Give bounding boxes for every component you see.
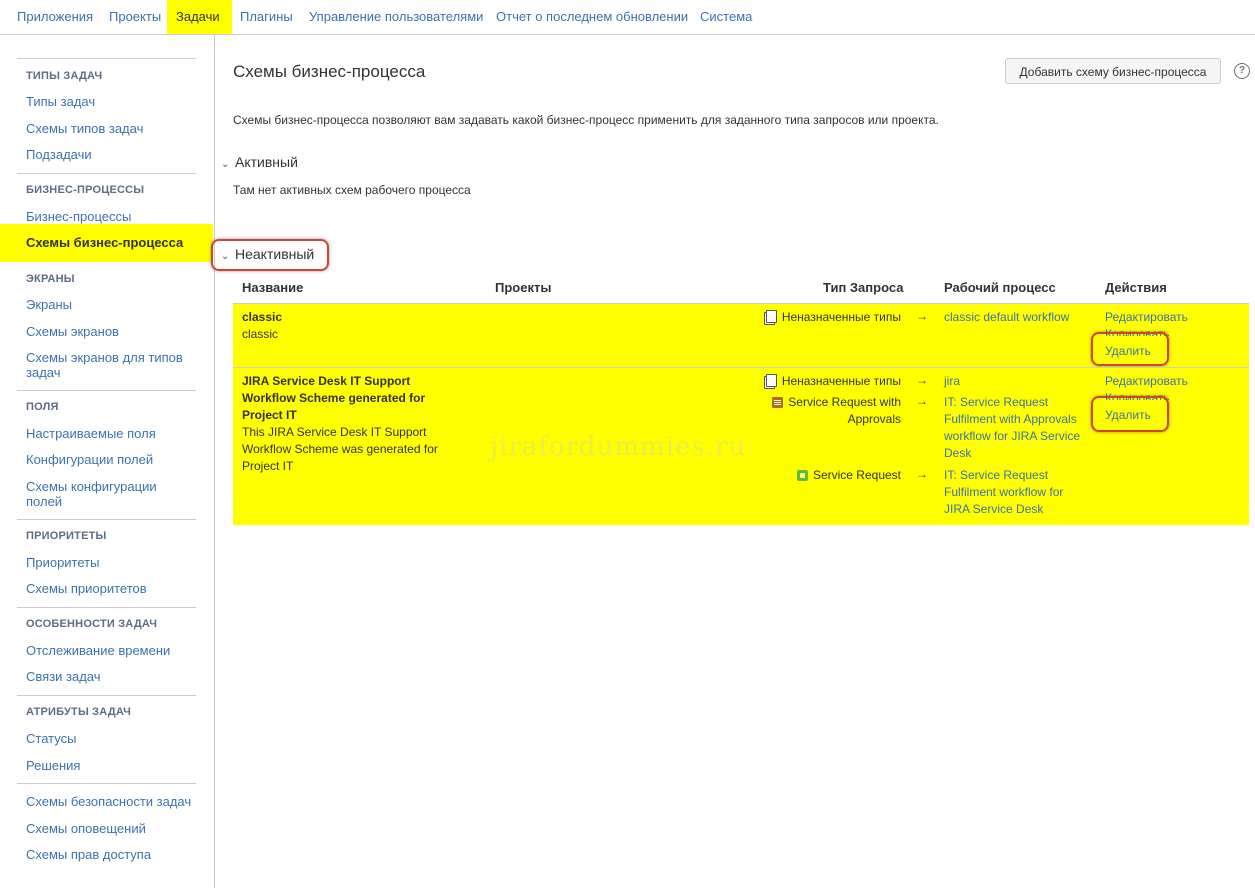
active-empty-message: Там нет активных схем рабочего процесса (233, 183, 471, 197)
sidebar-divider (17, 173, 196, 174)
tab-plugins[interactable]: Плагины (231, 0, 302, 34)
admin-sidebar: ТИПЫ ЗАДАЧ Типы задач Схемы типов задач … (0, 35, 215, 888)
active-section-toggle[interactable]: ⌄ Активный (221, 154, 298, 170)
unassigned-types-icon (765, 374, 777, 387)
tab-projects[interactable]: Проекты (100, 0, 170, 34)
workflow-link[interactable]: classic default workflow (944, 309, 1069, 326)
issue-type-mapping: Неназначенные типы (733, 309, 901, 326)
watermark-text: jirafordummies.ru (490, 432, 747, 462)
issue-type-mapping: Неназначенные типы (733, 373, 901, 390)
issue-type-label: Service Request with Approvals (788, 395, 901, 426)
arrow-icon: → (916, 394, 928, 408)
sidebar-divider (17, 519, 196, 520)
service-request-icon (796, 470, 808, 481)
scheme-name: JIRA Service Desk IT Support Workflow Sc… (242, 374, 426, 422)
tab-system[interactable]: Система (691, 0, 761, 34)
scheme-description: This JIRA Service Desk IT Support Workfl… (242, 425, 438, 473)
sidebar-item-screen-schemes[interactable]: Схемы экранов (26, 324, 196, 339)
sidebar-item-workflows[interactable]: Бизнес-процессы (26, 209, 196, 224)
sidebar-item-subtasks[interactable]: Подзадачи (26, 147, 196, 162)
arrow-icon: → (916, 467, 928, 481)
sidebar-divider (17, 607, 196, 608)
highlight-outline-delete (1091, 396, 1169, 432)
sidebar-header-issue-features: ОСОБЕННОСТИ ЗАДАЧ (26, 618, 158, 630)
column-header-actions: Действия (1105, 280, 1167, 295)
sidebar-item-notification-schemes[interactable]: Схемы оповещений (26, 821, 196, 836)
sidebar-item-issue-type-schemes[interactable]: Схемы типов задач (26, 121, 196, 136)
scheme-description: classic (242, 327, 279, 341)
page-description: Схемы бизнес-процесса позволяют вам зада… (233, 113, 939, 127)
sidebar-header-workflows: БИЗНЕС-ПРОЦЕССЫ (26, 184, 145, 196)
add-workflow-scheme-button[interactable]: Добавить схему бизнес-процесса (1005, 58, 1221, 84)
edit-link[interactable]: Редактировать (1105, 309, 1188, 326)
sidebar-divider (17, 695, 196, 696)
sidebar-item-field-configuration-schemes[interactable]: Схемы конфигурации полей (26, 479, 196, 509)
sidebar-item-field-configurations[interactable]: Конфигурации полей (26, 452, 196, 467)
tab-applications[interactable]: Приложения (8, 0, 102, 34)
sidebar-item-permission-schemes[interactable]: Схемы прав доступа (26, 847, 196, 862)
column-header-projects: Проекты (495, 280, 552, 295)
issue-type-label: Неназначенные типы (781, 310, 901, 324)
issue-type-mapping: Service Request with Approvals (753, 394, 901, 428)
sidebar-item-screens[interactable]: Экраны (26, 297, 196, 312)
sidebar-item-time-tracking[interactable]: Отслеживание времени (26, 643, 196, 658)
sidebar-item-priority-schemes[interactable]: Схемы приоритетов (26, 581, 196, 596)
arrow-icon: → (916, 309, 928, 323)
sidebar-item-statuses[interactable]: Статусы (26, 731, 196, 746)
tab-upgrade-report[interactable]: Отчет о последнем обновлении (487, 0, 697, 34)
chevron-down-icon: ⌄ (221, 159, 230, 170)
sidebar-item-resolutions[interactable]: Решения (26, 758, 196, 773)
edit-link[interactable]: Редактировать (1105, 373, 1188, 390)
sidebar-item-issue-type-screen-schemes[interactable]: Схемы экранов для типов задач (26, 350, 196, 380)
sidebar-header-fields: ПОЛЯ (26, 401, 59, 413)
help-icon[interactable]: ? (1234, 63, 1250, 79)
arrow-icon: → (916, 373, 928, 387)
issue-type-label: Service Request (812, 468, 901, 482)
highlight-outline-delete (1091, 332, 1169, 366)
top-navigation: Приложения Проекты Задачи Плагины Управл… (0, 0, 1255, 35)
sidebar-header-screens: ЭКРАНЫ (26, 273, 75, 285)
sidebar-header-issue-types: ТИПЫ ЗАДАЧ (26, 70, 103, 82)
sidebar-divider (17, 58, 196, 59)
sidebar-item-workflow-schemes[interactable]: Схемы бизнес-процесса (0, 224, 213, 262)
issue-type-label: Неназначенные типы (781, 374, 901, 388)
page-title: Схемы бизнес-процесса (233, 62, 426, 81)
sidebar-divider (17, 390, 196, 391)
workflow-link[interactable]: jira (944, 373, 960, 390)
sidebar-divider (17, 783, 196, 784)
column-header-workflow: Рабочий процесс (944, 280, 1056, 295)
sidebar-item-issue-linking[interactable]: Связи задач (26, 669, 196, 684)
column-header-issue-type: Тип Запроса (823, 280, 904, 295)
sidebar-header-priorities: ПРИОРИТЕТЫ (26, 530, 107, 542)
approval-request-icon (772, 397, 784, 408)
issue-type-mapping: Service Request (733, 467, 901, 484)
unassigned-types-icon (765, 310, 777, 323)
main-content: Схемы бизнес-процесса Добавить схему биз… (211, 35, 1255, 888)
workflow-link[interactable]: IT: Service Request Fulfilment with Appr… (944, 394, 1089, 462)
tab-issues[interactable]: Задачи (167, 0, 232, 34)
sidebar-item-priorities[interactable]: Приоритеты (26, 555, 196, 570)
tab-user-management[interactable]: Управление пользователями (300, 0, 492, 34)
workflow-link[interactable]: IT: Service Request Fulfilment workflow … (944, 467, 1084, 518)
highlight-outline-inactive (211, 239, 329, 271)
sidebar-item-custom-fields[interactable]: Настраиваемые поля (26, 426, 196, 441)
scheme-name: classic (242, 310, 283, 324)
sidebar-item-issue-security-schemes[interactable]: Схемы безопасности задач (26, 794, 196, 809)
column-header-name: Название (242, 280, 304, 295)
active-section-label: Активный (235, 154, 298, 170)
sidebar-header-issue-attributes: АТРИБУТЫ ЗАДАЧ (26, 706, 132, 718)
sidebar-item-issue-types[interactable]: Типы задач (26, 94, 196, 109)
